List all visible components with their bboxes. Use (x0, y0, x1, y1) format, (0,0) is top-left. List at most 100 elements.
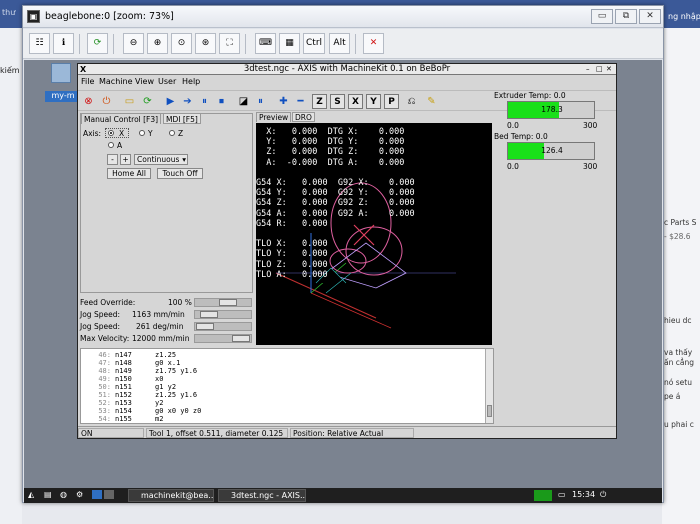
vnc-titlebar[interactable]: ▣ beaglebone:0 [zoom: 73%] ▭ ⧉ ✕ (23, 6, 663, 28)
files-icon[interactable]: ▤ (44, 490, 52, 501)
menu-file[interactable]: File (81, 77, 94, 86)
home-all-button[interactable]: Home All (107, 168, 151, 179)
restore-button[interactable]: ⧉ (615, 9, 637, 24)
tab-dro[interactable]: DRO (292, 112, 315, 122)
gcode-line[interactable]: 47: n148 g0 x.1 (81, 359, 481, 367)
jog-plus-button[interactable]: + (120, 154, 131, 165)
workspace-1[interactable] (92, 490, 102, 499)
taskbar-item-terminal[interactable]: machinekit@bea... (128, 489, 214, 502)
alt-button[interactable]: Alt (329, 33, 350, 54)
zoom-out-icon[interactable]: ⊖ (123, 33, 144, 54)
dro-row: TLO Z: 0.000 (256, 259, 328, 270)
menu-icon[interactable]: ◭ (28, 490, 34, 501)
stop-icon[interactable]: ⏹ (214, 94, 229, 109)
view-rotated-icon[interactable]: S (330, 94, 345, 109)
refresh-icon[interactable]: ⟳ (87, 33, 108, 54)
reload-icon[interactable]: ⟳ (140, 94, 155, 109)
pause-icon[interactable]: ⏸ (197, 94, 212, 109)
zoom-fit-icon[interactable]: ⊛ (195, 33, 216, 54)
power-icon[interactable]: ⏻ (99, 94, 114, 109)
desktop-icon-label[interactable]: my-m (45, 91, 81, 102)
gcode-scrollbar[interactable] (485, 349, 493, 423)
gcode-line[interactable]: 50: n151 g1 y2 (81, 383, 481, 391)
dro-row: TLO Y: 0.000 (256, 249, 328, 260)
preview-tabs: Preview DRO (256, 112, 492, 123)
disconnect-icon[interactable]: ✕ (363, 33, 384, 54)
toolbar-separator (245, 34, 246, 54)
slider-thumb[interactable] (218, 299, 237, 306)
block-delete-icon[interactable]: ◪ (236, 94, 251, 109)
browser-icon[interactable]: ◍ (60, 490, 67, 501)
axis-a-radio[interactable] (108, 142, 114, 148)
gcode-listing[interactable]: 46: n147 z1.25 47: n148 g0 x.1 48: n149 z1.75 y1… (80, 348, 494, 424)
view-perspective-icon[interactable]: P (384, 94, 399, 109)
axis-z-radio[interactable] (169, 130, 175, 136)
workspace-2[interactable] (104, 490, 114, 499)
gcode-line[interactable]: 51: n152 z1.25 y1.6 (81, 391, 481, 399)
options-icon[interactable]: ☷ (29, 33, 50, 54)
open-folder-icon[interactable]: ▭ (122, 94, 137, 109)
maximize-icon[interactable]: □ (596, 64, 603, 75)
settings-icon[interactable]: ⚙ (76, 490, 83, 501)
view-z-button[interactable]: Z (312, 94, 327, 109)
close-button[interactable]: ✕ (639, 9, 661, 24)
browser-tab[interactable]: thư (2, 8, 15, 22)
menu-user[interactable]: User (158, 77, 176, 86)
tab-mdi[interactable]: MDI [F5] (163, 113, 201, 124)
view-x-button[interactable]: X (348, 94, 363, 109)
browser-login-link[interactable]: ng nhập c (668, 12, 700, 21)
gcode-line[interactable]: 53: n154 g0 x0 y0 z0 (81, 407, 481, 415)
step-icon[interactable]: ➔ (180, 94, 195, 109)
close-icon[interactable]: ✕ (606, 64, 612, 75)
run-icon[interactable]: ▶ (163, 94, 178, 109)
touch-off-button[interactable]: Touch Off (157, 168, 203, 179)
axis-label: Axis: (83, 129, 102, 138)
jog-speed-slider[interactable] (194, 310, 252, 319)
slider-thumb[interactable] (231, 335, 250, 342)
taskbar-item-axis[interactable]: 3dtest.ngc - AXIS... (218, 489, 306, 502)
gcode-line[interactable]: 46: n147 z1.25 (81, 351, 481, 359)
tab-manual-control[interactable]: Manual Control [F3] (81, 113, 162, 124)
slider-thumb[interactable] (199, 311, 218, 318)
menu-help[interactable]: Help (182, 77, 200, 86)
clear-plot-icon[interactable]: ✎ (424, 94, 439, 109)
rotate-view-icon[interactable]: ⎌ (404, 94, 419, 109)
minimize-button[interactable]: ▭ (591, 9, 613, 24)
zoom-in-icon[interactable]: ✚ (276, 94, 291, 109)
estop-icon[interactable]: ⊗ (81, 94, 96, 109)
minimize-icon[interactable]: – (586, 64, 590, 75)
zoom-out-icon[interactable]: ━ (293, 94, 308, 109)
optional-stop-icon[interactable]: ⏸ (253, 94, 268, 109)
toolpath-preview[interactable]: X: 0.000 DTG X: 0.000 Y: 0.000 DTG Y: 0.… (256, 123, 492, 345)
angular-jog-speed-slider[interactable] (194, 322, 252, 331)
gcode-line[interactable]: 52: n153 y2 (81, 399, 481, 407)
monitor-icon[interactable]: ▭ (558, 490, 566, 501)
axis-titlebar[interactable]: X 3dtest.ngc - AXIS with MachineKit 0.1 … (78, 64, 616, 75)
menu-view[interactable]: View (135, 77, 154, 86)
fullscreen-icon[interactable]: ⛶ (219, 33, 240, 54)
jog-minus-button[interactable]: - (107, 154, 118, 165)
tab-preview[interactable]: Preview (256, 112, 292, 122)
menu-machine[interactable]: Machine (99, 77, 133, 86)
ctrl-button[interactable]: Ctrl (303, 33, 326, 54)
slider-thumb[interactable] (195, 323, 214, 330)
browser-side-text: nó setu (664, 378, 692, 387)
jog-speed-row: Jog Speed: 1163 mm/min (80, 309, 253, 320)
folder-icon[interactable] (51, 63, 71, 83)
send-keys-icon[interactable]: ⌨ (255, 33, 276, 54)
info-icon[interactable]: ℹ (53, 33, 74, 54)
gcode-line[interactable]: 49: n150 x0 (81, 375, 481, 383)
axis-y-radio[interactable] (139, 130, 145, 136)
feed-override-slider[interactable] (194, 298, 252, 307)
view-y-button[interactable]: Y (366, 94, 381, 109)
zoom-in-icon[interactable]: ⊕ (147, 33, 168, 54)
max-velocity-slider[interactable] (194, 334, 252, 343)
gcode-line[interactable]: 54: n155 m2 (81, 415, 481, 423)
gcode-line[interactable]: 48: n149 z1.75 y1.6 (81, 367, 481, 375)
ctrl-alt-del-icon[interactable]: ▦ (279, 33, 300, 54)
scrollbar-thumb[interactable] (487, 405, 492, 417)
axis-x-radio[interactable] (108, 130, 114, 136)
jog-mode-select[interactable]: Continuous ▾ (134, 154, 188, 165)
zoom-100-icon[interactable]: ⊙ (171, 33, 192, 54)
logout-icon[interactable]: ⏻ (600, 490, 606, 501)
